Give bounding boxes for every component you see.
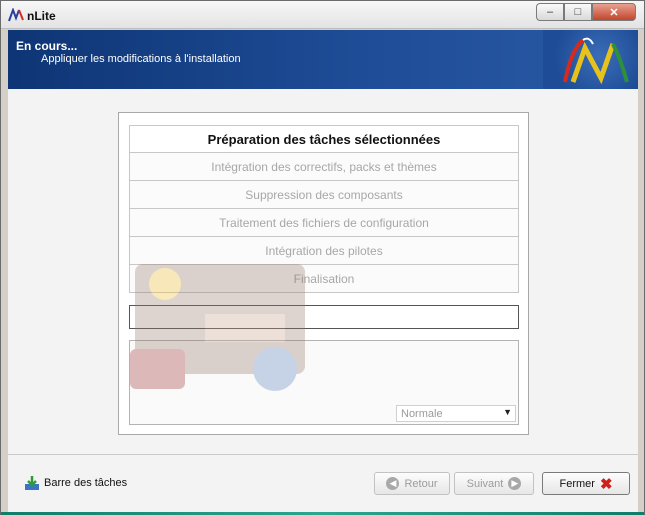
close-button[interactable]: Fermer ✖ <box>542 472 630 495</box>
next-label: Suivant <box>466 477 504 490</box>
step-item: Suppression des composants <box>129 181 519 209</box>
close-x-icon: ✖ <box>599 475 613 493</box>
dropdown-arrow-icon[interactable]: ▼ <box>503 407 512 417</box>
window-title: nLite <box>27 9 56 23</box>
close-label: Fermer <box>559 477 595 490</box>
step-label: Intégration des correctifs, packs et thè… <box>211 159 437 174</box>
taskbar-toggle[interactable]: Barre des tâches <box>24 475 127 491</box>
maximize-icon[interactable]: □ <box>564 3 592 21</box>
close-icon[interactable]: ✕ <box>592 3 636 21</box>
step-label: Traitement des fichiers de configuration <box>219 215 429 230</box>
nlite-app-icon <box>8 8 24 22</box>
back-label: Retour <box>404 477 438 490</box>
header-banner: En cours... Appliquer les modifications … <box>8 30 638 89</box>
priority-value: Normale <box>401 408 443 420</box>
step-item: Traitement des fichiers de configuration <box>129 209 519 237</box>
header-title: En cours... <box>16 39 78 53</box>
next-arrow-icon: ▶ <box>508 477 522 490</box>
title-bar[interactable]: nLite – □ ✕ <box>1 1 644 29</box>
step-label: Suppression des composants <box>245 187 403 202</box>
minimize-icon[interactable]: – <box>536 3 564 21</box>
priority-select[interactable]: Normale ▼ <box>396 405 516 422</box>
footer-bar: Barre des tâches ◀ Retour Suivant ▶ Ferm… <box>8 454 638 512</box>
watermark-image <box>130 264 305 391</box>
header-subtitle: Appliquer les modifications à l'installa… <box>41 53 241 65</box>
download-arrow-icon <box>25 476 39 490</box>
step-label: Préparation des tâches sélectionnées <box>207 131 441 147</box>
step-item: Préparation des tâches sélectionnées <box>129 125 519 153</box>
back-arrow-icon: ◀ <box>386 477 400 490</box>
step-item: Intégration des correctifs, packs et thè… <box>129 153 519 181</box>
back-button[interactable]: ◀ Retour <box>374 472 450 495</box>
nlite-window: nLite – □ ✕ En cours... Appliquer les mo… <box>0 0 645 515</box>
next-button[interactable]: Suivant ▶ <box>454 472 534 495</box>
nlite-logo-icon <box>543 30 638 89</box>
taskbar-label: Barre des tâches <box>44 477 128 489</box>
main-area: Préparation des tâches sélectionnées Int… <box>8 89 638 454</box>
